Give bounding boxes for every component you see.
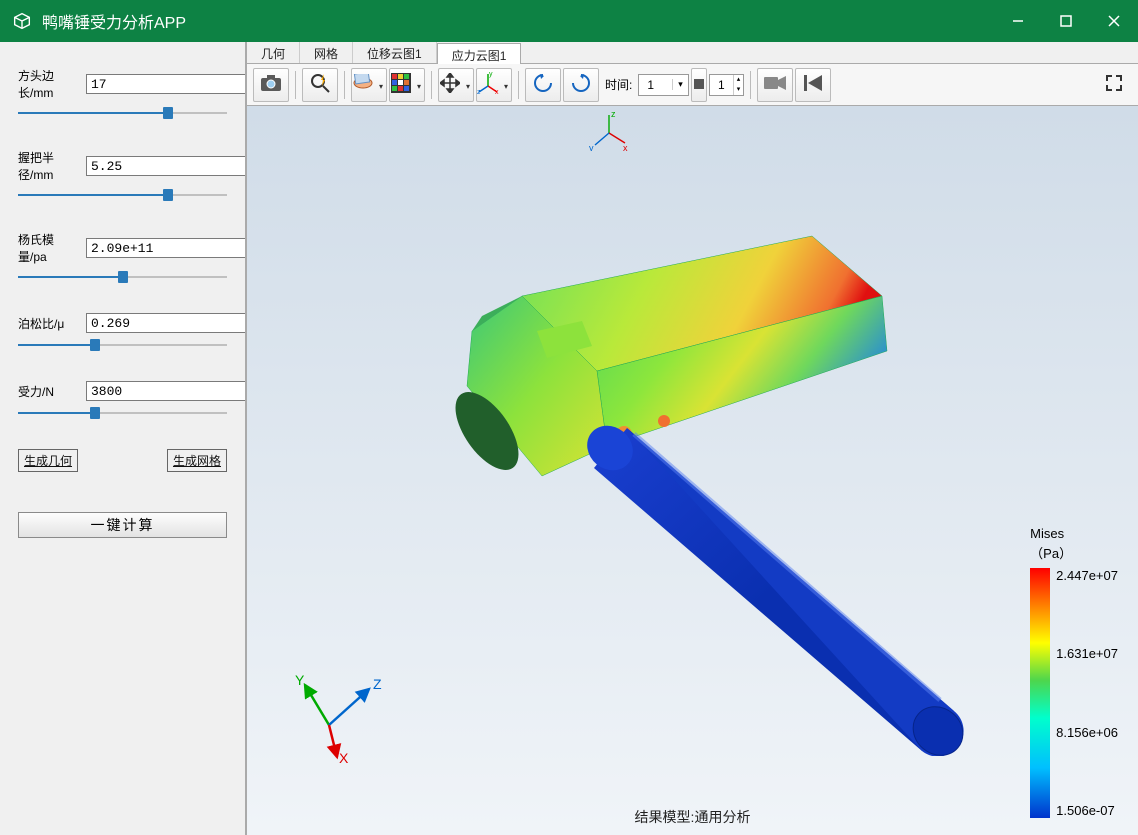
rubiks-cube-icon bbox=[391, 73, 411, 96]
legend-tick: 1.631e+07 bbox=[1056, 646, 1118, 661]
tab-3[interactable]: 应力云图1 bbox=[437, 43, 522, 64]
clip-plane-button[interactable] bbox=[351, 68, 387, 102]
tab-0[interactable]: 几何 bbox=[247, 42, 300, 63]
legend-tick: 1.506e-07 bbox=[1056, 803, 1118, 818]
calculate-button[interactable]: 一键计算 bbox=[18, 512, 227, 538]
zoom-extents-button[interactable] bbox=[302, 68, 338, 102]
param-input-1[interactable] bbox=[86, 156, 264, 176]
param-input-3[interactable] bbox=[86, 313, 264, 333]
svg-text:x: x bbox=[623, 143, 628, 151]
param-label: 握把半径/mm bbox=[18, 149, 80, 183]
expand-button[interactable] bbox=[1096, 68, 1132, 102]
param-slider-0[interactable] bbox=[18, 105, 227, 121]
time-combo[interactable]: 1 ▾ bbox=[638, 74, 689, 96]
clip-plane-icon bbox=[352, 74, 374, 95]
rewind-button[interactable] bbox=[795, 68, 831, 102]
toolbar: yxz 时间: 1 ▾ 1 ▴▾ bbox=[247, 64, 1138, 106]
magnifier-flash-icon bbox=[309, 72, 331, 97]
svg-text:y: y bbox=[589, 143, 594, 151]
stress-contour-model bbox=[342, 176, 982, 756]
minimize-button[interactable] bbox=[994, 0, 1042, 42]
legend-colorbar bbox=[1030, 568, 1050, 818]
record-button[interactable] bbox=[757, 68, 793, 102]
color-mode-button[interactable] bbox=[389, 68, 425, 102]
close-button[interactable] bbox=[1090, 0, 1138, 42]
viewport-footer-text: 结果模型:通用分析 bbox=[635, 807, 751, 827]
move-arrows-icon bbox=[440, 73, 460, 96]
generate-mesh-button[interactable]: 生成网格 bbox=[167, 449, 227, 472]
skip-back-icon bbox=[804, 75, 822, 94]
chevron-up-icon: ▴ bbox=[734, 75, 744, 85]
legend-unit: （Pa） bbox=[1030, 543, 1118, 562]
window-title: 鸭嘴锤受力分析APP bbox=[42, 9, 186, 33]
pan-button[interactable] bbox=[438, 68, 474, 102]
param-label: 泊松比/μ bbox=[18, 315, 80, 332]
axis-triad-icon: Y Z X bbox=[287, 675, 397, 765]
legend-title: Mises bbox=[1030, 526, 1118, 541]
tab-2[interactable]: 位移云图1 bbox=[353, 42, 437, 63]
main-panel: 几何网格位移云图1应力云图1 y x z bbox=[245, 42, 1138, 835]
svg-text:Z: Z bbox=[373, 676, 382, 692]
maximize-button[interactable] bbox=[1042, 0, 1090, 42]
param-input-4[interactable] bbox=[86, 381, 264, 401]
svg-text:z: z bbox=[477, 89, 481, 94]
stop-icon bbox=[694, 78, 704, 92]
svg-text:z: z bbox=[611, 111, 616, 119]
titlebar: 鸭嘴锤受力分析APP bbox=[0, 0, 1138, 42]
svg-text:x: x bbox=[495, 89, 499, 94]
rotate-ccw-icon bbox=[532, 72, 554, 97]
app-logo-icon bbox=[10, 9, 34, 33]
frame-value: 1 bbox=[710, 78, 733, 92]
axis-triad-button[interactable]: y x z bbox=[476, 68, 512, 102]
rotate-ccw-button[interactable] bbox=[525, 68, 561, 102]
camcorder-icon bbox=[764, 75, 786, 94]
generate-geometry-button[interactable]: 生成几何 bbox=[18, 449, 78, 472]
tabs: 几何网格位移云图1应力云图1 bbox=[247, 42, 1138, 64]
camera-icon bbox=[260, 74, 282, 95]
expand-icon bbox=[1106, 75, 1122, 94]
svg-text:Y: Y bbox=[295, 675, 305, 688]
rotate-cw-icon bbox=[570, 72, 592, 97]
param-label: 杨氏模量/pa bbox=[18, 231, 80, 265]
snapshot-button[interactable] bbox=[253, 68, 289, 102]
svg-text:y: y bbox=[489, 72, 493, 78]
orientation-triad-icon: z x y bbox=[587, 111, 631, 151]
stop-button[interactable] bbox=[691, 68, 707, 102]
sidebar: 方头边长/mm 握把半径/mm 杨氏模量/pa 泊松比/μ 受力/N 生成几何 生成网格… bbox=[0, 42, 245, 835]
axis-xyz-icon: y x z bbox=[477, 72, 499, 97]
chevron-down-icon: ▾ bbox=[734, 85, 744, 95]
chevron-down-icon: ▾ bbox=[672, 79, 688, 90]
param-slider-3[interactable] bbox=[18, 337, 227, 353]
param-slider-4[interactable] bbox=[18, 405, 227, 421]
viewport-3d[interactable]: z x y bbox=[247, 106, 1138, 835]
param-slider-1[interactable] bbox=[18, 187, 227, 203]
svg-text:X: X bbox=[339, 750, 349, 765]
param-label: 方头边长/mm bbox=[18, 67, 80, 101]
time-label: 时间: bbox=[605, 76, 632, 93]
param-label: 受力/N bbox=[18, 383, 80, 400]
color-legend: Mises （Pa） 2.447e+07 1.631e+07 8.156e+06 1.… bbox=[1030, 526, 1118, 818]
legend-tick: 2.447e+07 bbox=[1056, 568, 1118, 583]
time-value: 1 bbox=[639, 78, 672, 92]
param-input-0[interactable] bbox=[86, 74, 264, 94]
legend-tick: 8.156e+06 bbox=[1056, 725, 1118, 740]
rotate-cw-button[interactable] bbox=[563, 68, 599, 102]
frame-spinner[interactable]: 1 ▴▾ bbox=[709, 74, 744, 96]
param-slider-2[interactable] bbox=[18, 269, 227, 285]
param-input-2[interactable] bbox=[86, 238, 264, 258]
tab-1[interactable]: 网格 bbox=[300, 42, 353, 63]
